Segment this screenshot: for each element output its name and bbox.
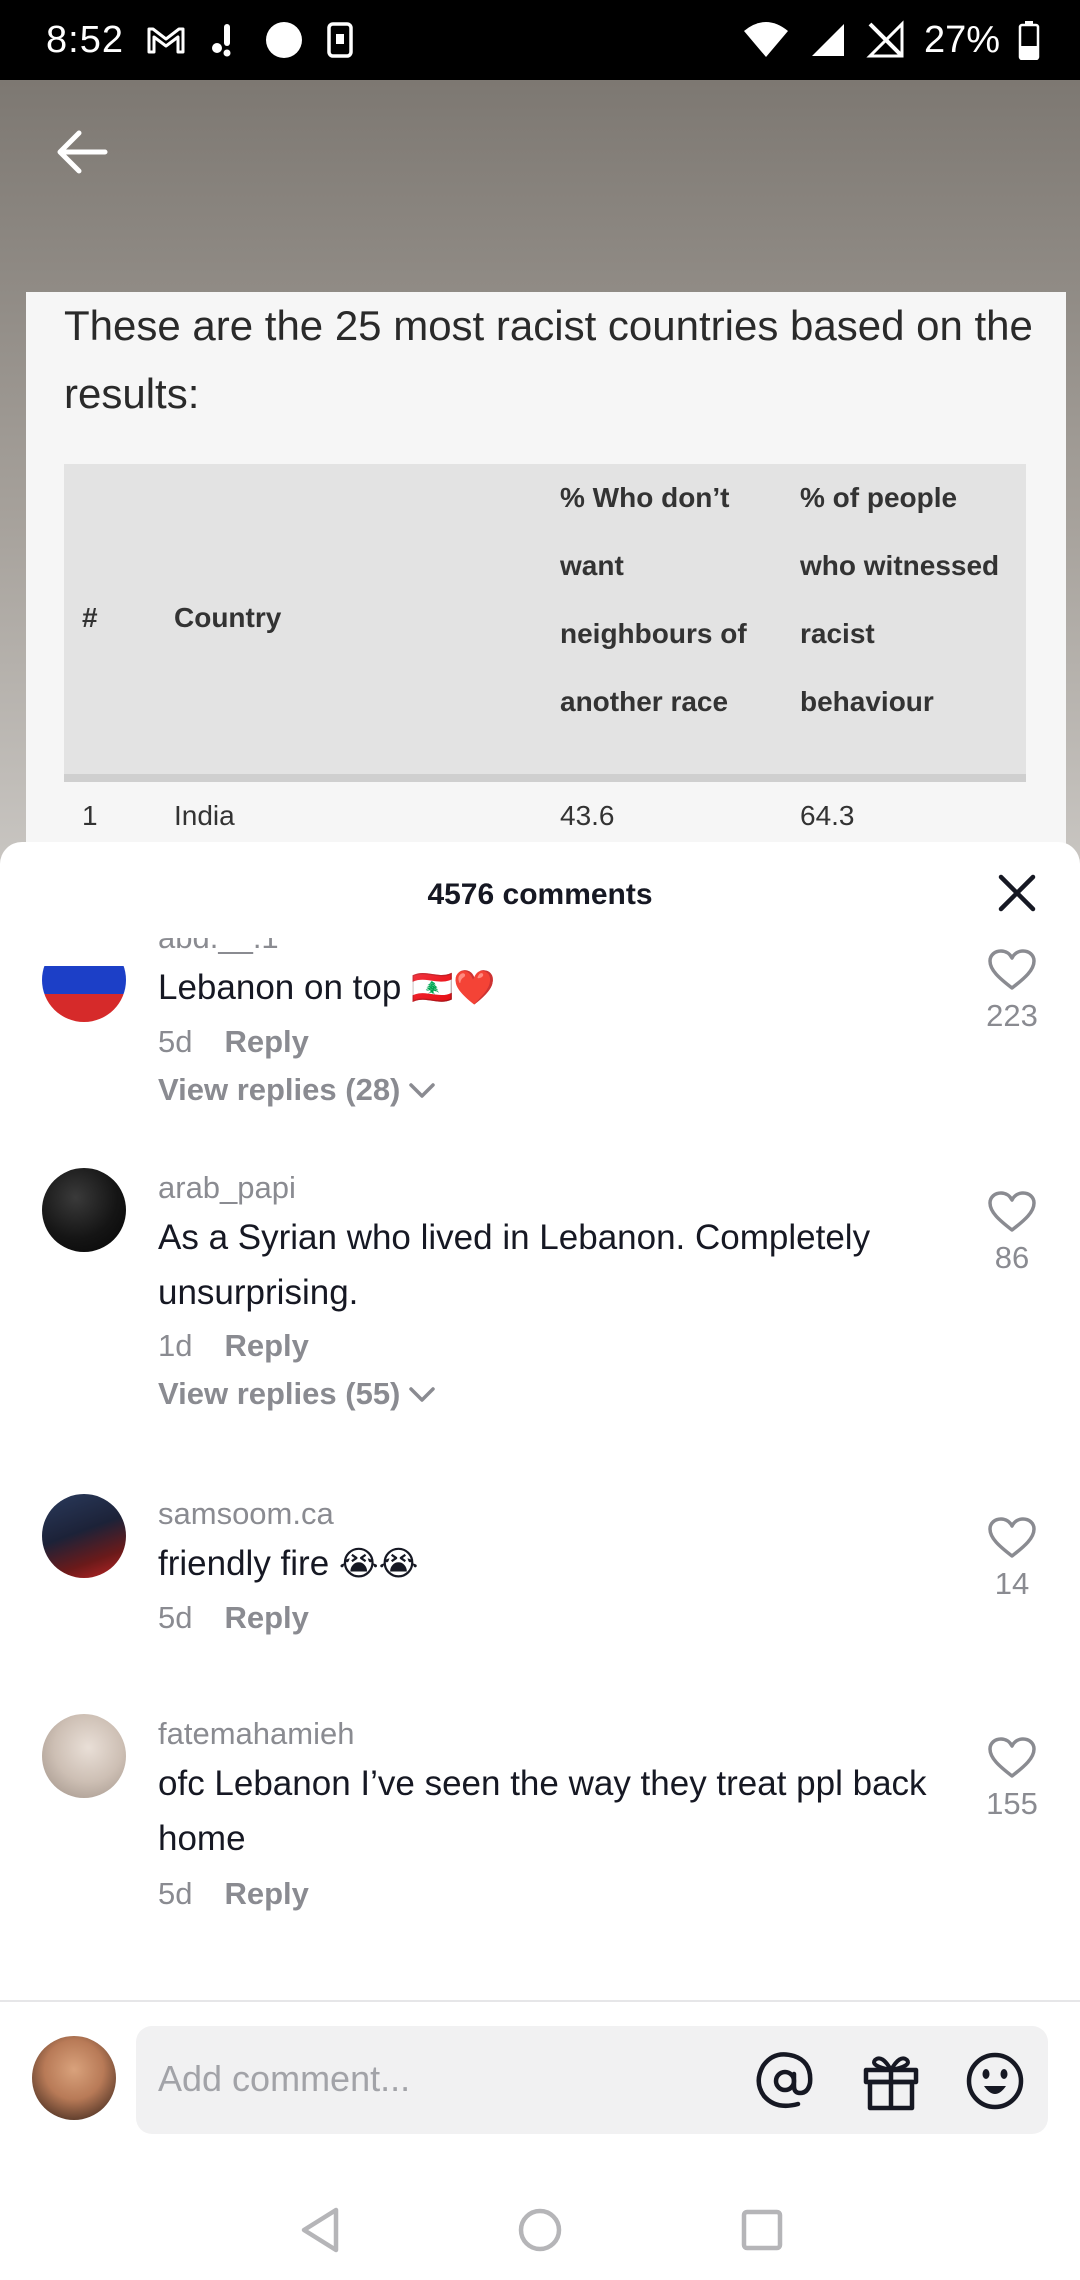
ranking-table: # Country % Who don’t want neighbours of…	[64, 464, 1026, 862]
recents-nav-button[interactable]	[732, 2200, 792, 2260]
comment-text: friendly fire 😭😭	[158, 1544, 419, 1583]
avatar[interactable]	[42, 1168, 126, 1252]
emoji-icon	[966, 2052, 1024, 2110]
comment-meta: 5d Reply	[158, 1600, 309, 1636]
divider	[0, 2000, 1080, 2002]
chevron-down-icon	[409, 1083, 436, 1098]
comment-meta: 5d Reply	[158, 1024, 309, 1060]
table-cell: 64.3	[800, 800, 855, 831]
comment-input[interactable]: Add comment...	[136, 2026, 1048, 2134]
avatar[interactable]	[42, 1494, 126, 1578]
heart-icon	[988, 949, 1036, 990]
circle-icon	[264, 20, 304, 60]
comments-panel: 4576 comments abd.__.1 Lebanon on top 🇱🇧…	[0, 842, 1080, 2280]
column-header-rank: #	[82, 602, 98, 633]
status-time: 8:52	[46, 18, 124, 61]
column-header-country: Country	[174, 602, 282, 633]
comment-meta: 5d Reply	[158, 1876, 309, 1912]
view-replies-button[interactable]: View replies (55)	[158, 1376, 436, 1412]
like-button[interactable]: 14	[970, 1516, 1054, 1602]
column-header-dont-want: % Who don’t want neighbours of another r…	[560, 482, 747, 717]
close-icon	[998, 874, 1036, 912]
comment-item: abd.__.1 Lebanon on top 🇱🇧❤️ 5d Reply Vi…	[0, 938, 1080, 1168]
signal-icon	[808, 20, 848, 60]
chevron-down-icon	[409, 1387, 436, 1402]
like-count: 14	[994, 1566, 1030, 1601]
reply-button[interactable]: Reply	[224, 1328, 308, 1364]
comment-item: samsoom.ca friendly fire 😭😭 5d Reply 14	[0, 1494, 1080, 1714]
navigation-bar	[0, 2180, 1080, 2280]
comment-emojis: 😭😭	[338, 1545, 419, 1583]
no-signal-icon	[866, 20, 906, 60]
heart-icon	[988, 1191, 1036, 1232]
reply-button[interactable]: Reply	[224, 1024, 308, 1060]
back-button[interactable]	[52, 122, 112, 182]
like-count: 223	[986, 998, 1038, 1033]
back-nav-button[interactable]	[290, 2200, 350, 2260]
square-recents-icon	[741, 2209, 783, 2251]
comment-username[interactable]: arab_papi	[158, 1170, 296, 1206]
close-button[interactable]	[996, 872, 1038, 914]
comments-header: 4576 comments	[0, 842, 1080, 948]
comment-emojis: 🇱🇧❤️	[411, 969, 496, 1007]
avatar[interactable]	[42, 938, 126, 1022]
video-content[interactable]: These are the 25 most racist countries b…	[0, 80, 1080, 870]
view-replies-button[interactable]: View replies (28)	[158, 1072, 436, 1108]
wifi-icon	[742, 21, 790, 59]
table-cell: 43.6	[560, 800, 615, 831]
table-cell: India	[174, 800, 235, 831]
like-count: 86	[994, 1240, 1030, 1275]
comments-count: 4576 comments	[427, 878, 653, 911]
status-bar: 8:52 27%	[0, 0, 1080, 80]
comment-text: ofc Lebanon I’ve seen the way they treat…	[158, 1764, 927, 1858]
comment-text: As a Syrian who lived in Lebanon. Comple…	[158, 1218, 871, 1312]
like-count: 155	[986, 1786, 1038, 1821]
comment-input-placeholder: Add comment...	[158, 2058, 411, 2099]
emoji-button[interactable]	[964, 2050, 1026, 2112]
article-image: These are the 25 most racist countries b…	[26, 292, 1066, 870]
comment-item: arab_papi As a Syrian who lived in Leban…	[0, 1168, 1080, 1498]
at-sign-icon	[756, 2052, 813, 2108]
heart-icon	[988, 1737, 1036, 1778]
comment-meta: 1d Reply	[158, 1328, 309, 1364]
mention-button[interactable]	[754, 2050, 816, 2112]
gift-icon	[863, 2056, 919, 2111]
comment-username[interactable]: fatemahamieh	[158, 1716, 354, 1752]
reply-button[interactable]: Reply	[224, 1876, 308, 1912]
battery-percent: 27%	[923, 18, 1000, 61]
like-button[interactable]: 155	[970, 1736, 1054, 1822]
comment-username[interactable]: samsoom.ca	[158, 1496, 334, 1532]
reply-button[interactable]: Reply	[224, 1600, 308, 1636]
arrow-left-icon	[57, 130, 108, 174]
table-header: # Country % Who don’t want neighbours of…	[64, 464, 1026, 782]
column-header-witnessed: % of people who witnessed racist behavio…	[800, 482, 1000, 717]
gmail-icon	[146, 25, 186, 55]
comment-item: fatemahamieh ofc Lebanon I’ve seen the w…	[0, 1714, 1080, 1954]
table-cell: 1	[82, 800, 98, 831]
home-nav-button[interactable]	[510, 2200, 570, 2260]
avatar[interactable]	[42, 1714, 126, 1798]
comment-age: 5d	[158, 1876, 193, 1911]
triangle-back-icon	[301, 2207, 339, 2253]
comment-list[interactable]: abd.__.1 Lebanon on top 🇱🇧❤️ 5d Reply Vi…	[0, 938, 1080, 1974]
user-avatar	[32, 2036, 116, 2120]
like-button[interactable]: 86	[970, 1190, 1054, 1276]
comment-age: 1d	[158, 1328, 193, 1363]
article-heading: These are the 25 most racist countries b…	[64, 302, 1033, 417]
heart-icon	[988, 1517, 1036, 1558]
circle-home-icon	[518, 2208, 562, 2252]
comment-username[interactable]: abd.__.1	[158, 938, 279, 956]
like-button[interactable]: 223	[970, 948, 1054, 1034]
comment-age: 5d	[158, 1024, 193, 1059]
sim-icon	[326, 20, 354, 60]
comment-text: Lebanon on top 🇱🇧❤️	[158, 968, 496, 1007]
flag-avatar-image	[42, 938, 126, 1022]
gift-button[interactable]	[860, 2050, 922, 2112]
comment-age: 5d	[158, 1600, 193, 1635]
notification-icon	[208, 20, 242, 60]
battery-icon	[1018, 20, 1040, 60]
